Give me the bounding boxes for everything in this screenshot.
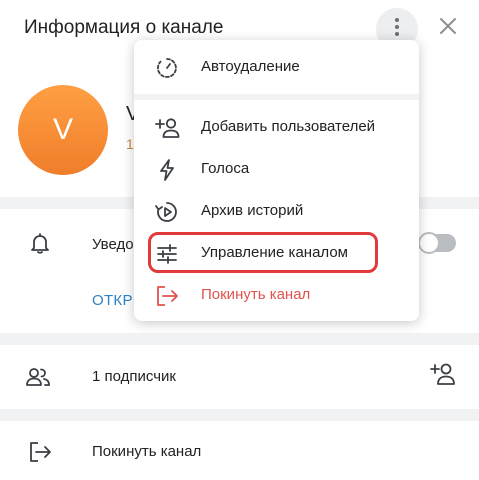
leave-section [0, 421, 479, 480]
menu-item-label: Добавить пользователей [201, 118, 376, 135]
menu-item-label: Покинуть канал [201, 286, 311, 303]
menu-item-boosts[interactable]: Голоса [134, 149, 419, 189]
page-title: Информация о канале [24, 17, 224, 38]
section-divider [0, 333, 479, 345]
subscribers-section [0, 345, 479, 409]
timer-icon [154, 55, 180, 81]
notifications-toggle[interactable] [418, 232, 456, 254]
avatar[interactable]: V [18, 85, 108, 175]
channel-subtitle: 1 [126, 136, 134, 152]
menu-item-stories-archive[interactable]: Архив историй [134, 191, 419, 231]
avatar-letter: V [52, 113, 73, 146]
leave-channel-button[interactable]: Покинуть канал [92, 443, 201, 460]
add-subscriber-button[interactable] [428, 362, 456, 390]
more-vertical-icon [394, 17, 400, 42]
stories-archive-icon [154, 199, 180, 225]
add-user-icon [154, 115, 180, 141]
subscribers-count[interactable]: 1 подписчик [92, 368, 176, 385]
add-user-icon [428, 361, 456, 392]
menu-item-add-users[interactable]: Добавить пользователей [134, 107, 419, 147]
close-icon [439, 17, 457, 40]
menu-item-label: Голоса [201, 160, 250, 177]
menu-divider [134, 94, 419, 100]
menu-item-leave-channel[interactable]: Покинуть канал [134, 275, 419, 315]
section-divider [0, 409, 479, 421]
menu-item-label: Автоудаление [201, 58, 300, 75]
boost-icon [154, 157, 180, 183]
highlight-annotation [148, 232, 378, 273]
toggle-knob [418, 232, 440, 254]
leave-icon [154, 283, 180, 309]
bell-icon [26, 229, 54, 257]
leave-icon [26, 438, 54, 466]
menu-item-label: Архив историй [201, 202, 304, 219]
menu-item-auto-delete[interactable]: Автоудаление [134, 47, 419, 87]
channel-options-menu: Автоудаление Добавить пользователей Голо… [134, 40, 419, 321]
close-button[interactable] [436, 16, 460, 40]
users-icon [24, 363, 52, 391]
